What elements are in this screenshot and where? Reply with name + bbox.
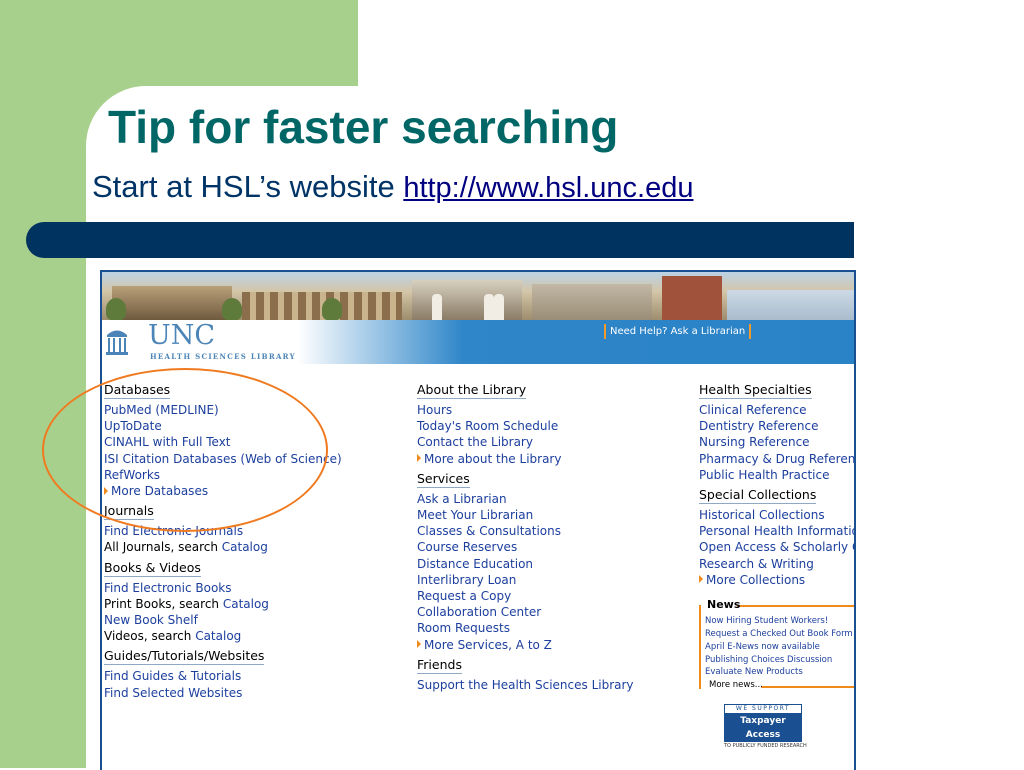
slide-title: Tip for faster searching <box>108 101 619 153</box>
news-box: News Now Hiring Student Workers! Request… <box>699 598 854 690</box>
collection-link[interactable]: Research & Writing <box>699 556 854 572</box>
more-about-link[interactable]: More about the Library <box>417 451 634 467</box>
more-services-link[interactable]: More Services, A to Z <box>417 637 634 653</box>
service-link[interactable]: Collaboration Center <box>417 604 634 620</box>
badge-main-text: Taxpayer Access <box>724 714 802 742</box>
books-heading: Books & Videos <box>104 559 201 577</box>
all-journals-text: All Journals, search <box>104 540 222 555</box>
site-header: UNC HEALTH SCIENCES LIBRARY Need Help? A… <box>102 320 854 364</box>
building-graphic <box>662 276 722 320</box>
news-item-link[interactable]: Evaluate New Products <box>705 667 803 677</box>
news-heading: News <box>707 598 741 611</box>
campus-banner-image <box>102 272 854 320</box>
building-graphic <box>112 286 232 320</box>
friends-heading: Friends <box>417 656 462 674</box>
services-heading: Services <box>417 470 470 488</box>
arrow-right-icon <box>699 575 703 584</box>
all-journals-line: All Journals, search Catalog <box>104 539 342 555</box>
service-link[interactable]: Ask a Librarian <box>417 491 634 507</box>
specialties-heading: Health Specialties <box>699 382 812 399</box>
tree-graphic <box>106 298 126 320</box>
news-item-link[interactable]: April E-News now available <box>705 642 820 652</box>
badge-bottom-text: TO PUBLICLY FUNDED RESEARCH <box>724 743 807 749</box>
about-link[interactable]: Contact the Library <box>417 434 634 450</box>
specialty-link[interactable]: Public Health Practice <box>699 467 854 483</box>
person-graphic <box>432 294 442 320</box>
about-heading: About the Library <box>417 382 527 399</box>
tree-graphic <box>222 298 242 320</box>
service-link[interactable]: Meet Your Librarian <box>417 507 634 523</box>
news-rule-bottom <box>761 686 854 688</box>
arrow-right-icon <box>417 640 421 649</box>
building-graphic <box>412 280 522 320</box>
support-link[interactable]: Support the Health Sciences Library <box>417 677 634 693</box>
find-websites-link[interactable]: Find Selected Websites <box>104 685 342 701</box>
more-news-link[interactable]: More news... <box>709 680 763 690</box>
print-books-line: Print Books, search Catalog <box>104 596 342 612</box>
collection-link[interactable]: Open Access & Scholarly Com <box>699 539 854 555</box>
ask-librarian-link[interactable]: Need Help? Ask a Librarian <box>604 324 752 339</box>
about-link[interactable]: Today's Room Schedule <box>417 418 634 434</box>
more-collections-label: More Collections <box>706 572 806 587</box>
collections-heading: Special Collections <box>699 487 817 505</box>
building-graphic <box>532 284 652 320</box>
highlight-ellipse-annotation <box>42 368 328 532</box>
hsl-logo-subtitle: HEALTH SCIENCES LIBRARY <box>150 352 296 361</box>
about-link[interactable]: Hours <box>417 402 634 418</box>
guides-heading: Guides/Tutorials/Websites <box>104 648 265 666</box>
service-link[interactable]: Room Requests <box>417 620 634 636</box>
specialty-link[interactable]: Nursing Reference <box>699 434 854 450</box>
unc-logo-text[interactable]: UNC <box>148 320 215 351</box>
collection-link[interactable]: Personal Health Information <box>699 523 854 539</box>
more-services-label: More Services, A to Z <box>424 637 552 652</box>
news-rule-top <box>737 605 854 607</box>
news-item-link[interactable]: Request a Checked Out Book Form <box>705 629 853 639</box>
service-link[interactable]: Distance Education <box>417 556 634 572</box>
service-link[interactable]: Classes & Consultations <box>417 523 634 539</box>
catalog-link[interactable]: Catalog <box>223 597 269 611</box>
person-graphic <box>484 294 494 320</box>
specialty-link[interactable]: Clinical Reference <box>699 402 854 418</box>
slide-divider-bar <box>26 222 854 258</box>
arrow-right-icon <box>417 454 421 463</box>
old-well-logo-icon[interactable] <box>106 326 128 356</box>
specialty-link[interactable]: Pharmacy & Drug Reference <box>699 451 854 467</box>
service-link[interactable]: Request a Copy <box>417 588 634 604</box>
news-item-link[interactable]: Publishing Choices Discussion <box>705 655 832 665</box>
service-link[interactable]: Interlibrary Loan <box>417 572 634 588</box>
service-link[interactable]: Course Reserves <box>417 539 634 555</box>
catalog-link[interactable]: Catalog <box>222 540 268 554</box>
new-book-shelf-link[interactable]: New Book Shelf <box>104 612 342 628</box>
building-graphic <box>727 290 854 320</box>
videos-text: Videos, search <box>104 629 196 644</box>
find-guides-link[interactable]: Find Guides & Tutorials <box>104 668 342 684</box>
more-collections-link[interactable]: More Collections <box>699 572 854 588</box>
specialty-link[interactable]: Dentistry Reference <box>699 418 854 434</box>
tree-graphic <box>322 298 342 320</box>
videos-line: Videos, search Catalog <box>104 628 342 644</box>
subtitle-text: Start at HSL’s website <box>92 169 404 204</box>
collection-link[interactable]: Historical Collections <box>699 507 854 523</box>
news-item-link[interactable]: Now Hiring Student Workers! <box>705 616 828 626</box>
slide-subtitle: Start at HSL’s website http://www.hsl.un… <box>92 169 693 205</box>
print-books-text: Print Books, search <box>104 596 223 611</box>
more-about-label: More about the Library <box>424 451 562 466</box>
hsl-url-link[interactable]: http://www.hsl.unc.edu <box>403 172 693 204</box>
column-specialties: Health Specialties Clinical Reference De… <box>699 382 854 588</box>
badge-top-text: WE SUPPORT <box>724 704 802 714</box>
person-graphic <box>494 294 504 320</box>
taxpayer-access-badge[interactable]: WE SUPPORT Taxpayer Access TO PUBLICLY F… <box>724 704 807 749</box>
find-books-link[interactable]: Find Electronic Books <box>104 580 342 596</box>
catalog-link[interactable]: Catalog <box>195 629 241 643</box>
column-library: About the Library Hours Today's Room Sch… <box>417 382 634 693</box>
